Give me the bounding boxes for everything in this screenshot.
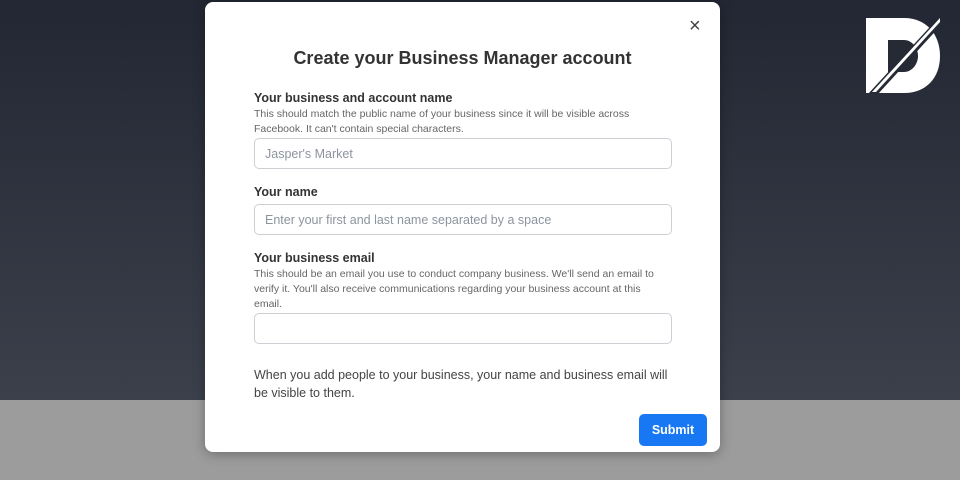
close-icon[interactable]: × xyxy=(689,16,701,36)
submit-button[interactable]: Submit xyxy=(639,414,707,446)
business-name-label: Your business and account name xyxy=(254,91,453,105)
brand-logo-icon xyxy=(866,16,942,94)
business-email-label: Your business email xyxy=(254,251,375,265)
your-name-input[interactable] xyxy=(254,204,672,235)
business-name-input[interactable] xyxy=(254,138,672,169)
create-business-dialog: × Create your Business Manager account Y… xyxy=(205,2,720,452)
business-name-help: This should match the public name of you… xyxy=(254,108,630,135)
business-email-help: This should be an email you use to condu… xyxy=(254,268,654,310)
business-email-input[interactable] xyxy=(254,313,672,344)
dialog-title: Create your Business Manager account xyxy=(293,48,632,68)
your-name-label: Your name xyxy=(254,185,318,199)
visibility-note: When you add people to your business, yo… xyxy=(254,368,668,400)
